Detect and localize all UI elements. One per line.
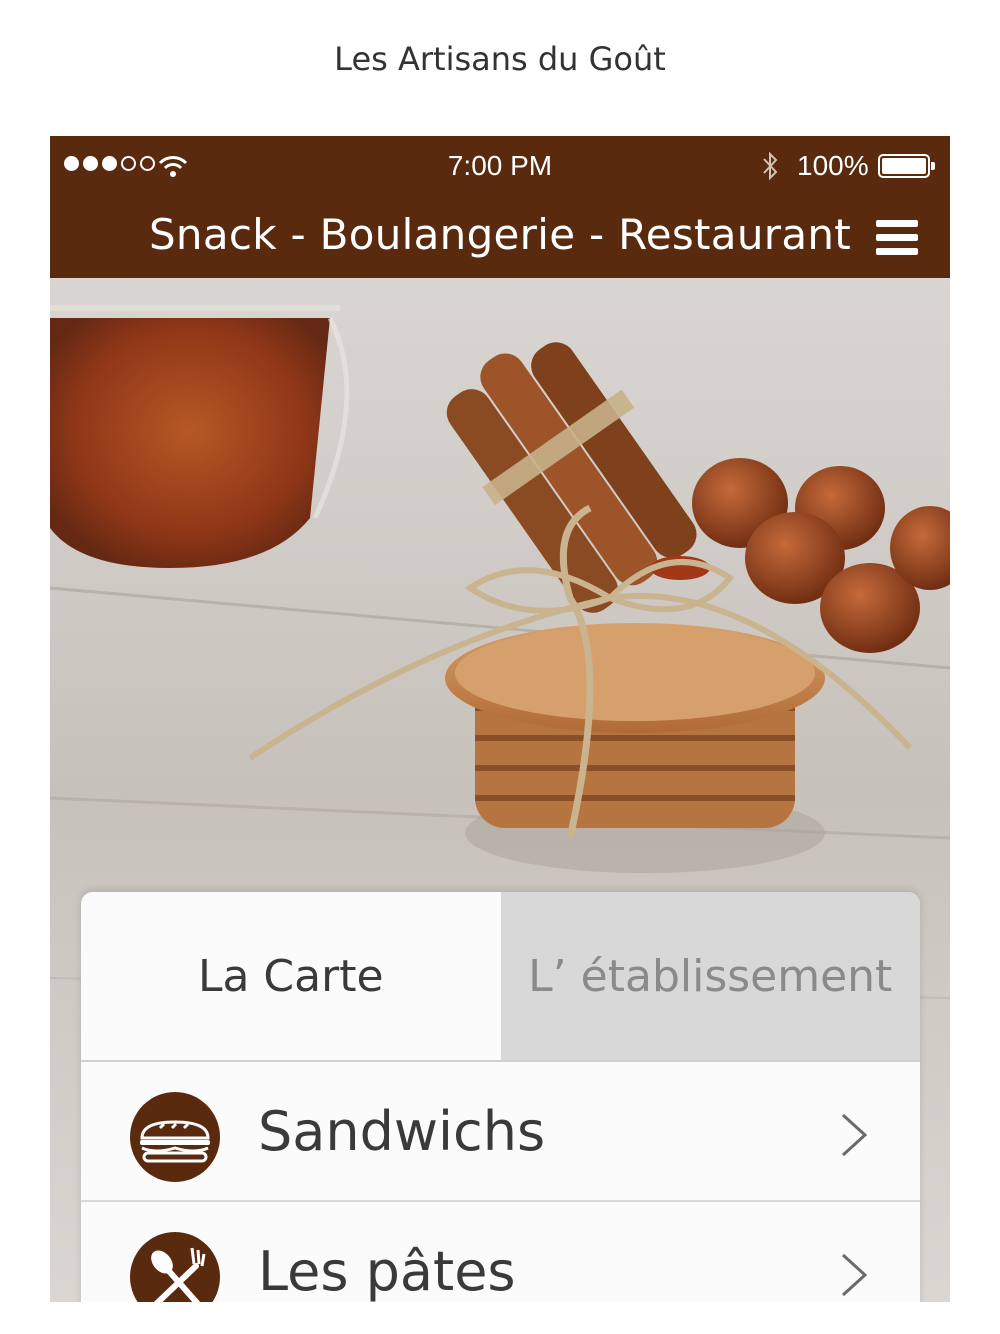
- battery-percentage: 100%: [797, 150, 869, 181]
- tab-etablissement[interactable]: L’ établissement: [500, 892, 920, 1060]
- page-title: Snack - Boulangerie - Restaurant: [148, 210, 852, 259]
- tab-bar: La Carte L’ établissement: [81, 892, 920, 1062]
- phone-screen: 7:00 PM 100% Snack - Boulangerie - Resta…: [50, 136, 950, 1302]
- chevron-right-icon: [841, 1113, 868, 1157]
- tab-la-carte[interactable]: La Carte: [81, 892, 501, 1060]
- list-item-sandwichs[interactable]: Sandwichs: [81, 1062, 920, 1202]
- list-item-label: Les pâtes: [258, 1240, 516, 1302]
- chevron-right-icon: [841, 1253, 868, 1297]
- app-caption: Les Artisans du Goût: [334, 40, 666, 78]
- menu-card: La Carte L’ établissement Sandwichs Les …: [81, 892, 920, 1302]
- fork-knife-icon: [130, 1232, 220, 1302]
- status-bar: 7:00 PM 100%: [50, 136, 950, 198]
- list-item-les-pates[interactable]: Les pâtes: [81, 1202, 920, 1302]
- sandwich-icon: [130, 1092, 220, 1182]
- list-item-label: Sandwichs: [258, 1100, 546, 1163]
- hamburger-menu-icon[interactable]: [876, 218, 920, 258]
- bluetooth-icon: [763, 151, 778, 181]
- battery-icon: [878, 154, 935, 178]
- app-header: 7:00 PM 100% Snack - Boulangerie - Resta…: [50, 136, 950, 278]
